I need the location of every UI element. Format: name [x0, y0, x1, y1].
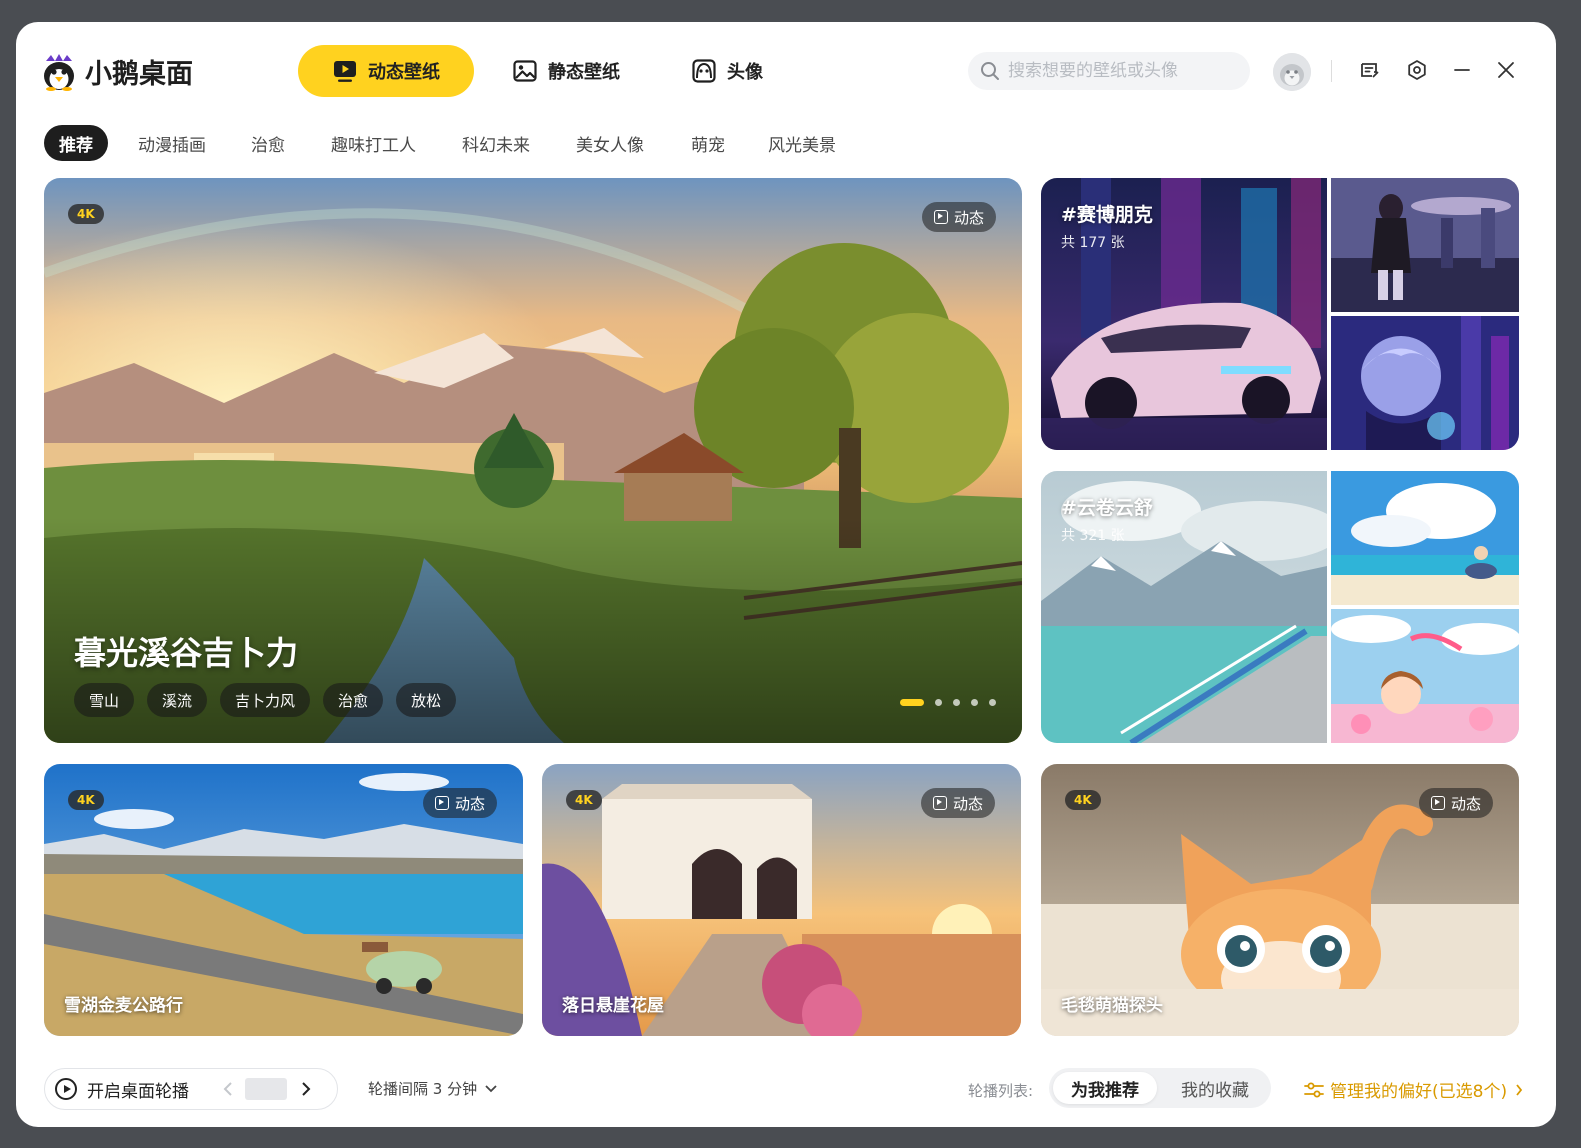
carousel-list-label: 轮播列表: — [968, 1082, 1034, 1100]
hero-tags: 雪山 溪流 吉卜力风 治愈 放松 — [74, 683, 457, 717]
video-icon — [434, 796, 449, 810]
carousel-dot[interactable] — [900, 699, 924, 706]
category-portrait[interactable]: 美女人像 — [576, 125, 644, 161]
penguin-avatar-icon — [1273, 53, 1311, 91]
wallpaper-title: 毛毯萌猫探头 — [1061, 996, 1163, 1016]
minimize-button[interactable] — [1448, 56, 1476, 84]
chevron-right-icon — [1515, 1083, 1523, 1097]
tag-chip[interactable]: 放松 — [396, 683, 457, 717]
carousel-dot[interactable] — [953, 699, 960, 706]
dynamic-label: 动态 — [454, 794, 485, 813]
dynamic-badge: 动态 — [920, 788, 995, 818]
tab-label: 头像 — [727, 62, 763, 83]
carousel-dot[interactable] — [971, 699, 978, 706]
collection-thumb-image — [1331, 471, 1519, 605]
hero-banner[interactable]: 4K 动态 暮光溪谷吉卜力 雪山 溪流 吉卜力风 治愈 放松 — [44, 178, 1022, 743]
settings-button[interactable] — [1403, 56, 1431, 84]
category-recommend[interactable]: 推荐 — [44, 125, 108, 161]
search-box[interactable] — [968, 52, 1250, 90]
recommended-option[interactable]: 为我推荐 — [1053, 1072, 1157, 1104]
play-circle-icon[interactable] — [55, 1078, 77, 1100]
interval-dropdown[interactable]: 轮播间隔 3 分钟 — [368, 1078, 497, 1099]
feedback-icon — [1359, 60, 1379, 80]
desktop-carousel-control: 开启桌面轮播 — [44, 1068, 338, 1110]
badge-4k: 4K — [68, 790, 104, 810]
play-square-icon — [332, 58, 358, 84]
collection-thumb-image — [1331, 316, 1519, 450]
wallpaper-card[interactable]: 4K 动态 落日悬崖花屋 — [542, 764, 1021, 1036]
minimize-icon — [1452, 60, 1472, 80]
settings-icon — [1406, 59, 1428, 81]
category-scenery[interactable]: 风光美景 — [768, 125, 836, 161]
collection-title: #赛博朋克 — [1061, 204, 1153, 226]
badge-4k: 4K — [68, 204, 104, 224]
dynamic-label: 动态 — [952, 794, 983, 813]
video-icon — [933, 210, 948, 224]
collection-count: 共 177 张 — [1061, 235, 1125, 251]
dynamic-badge: 动态 — [921, 202, 996, 232]
tab-avatar[interactable]: 头像 — [691, 45, 763, 97]
category-worker[interactable]: 趣味打工人 — [331, 125, 416, 161]
close-button[interactable] — [1492, 56, 1520, 84]
tag-chip[interactable]: 溪流 — [147, 683, 208, 717]
dynamic-label: 动态 — [953, 208, 984, 227]
image-icon — [512, 58, 538, 84]
user-avatar[interactable] — [1273, 53, 1311, 91]
carousel-preview-thumb — [245, 1078, 287, 1100]
video-icon — [932, 796, 947, 810]
app-logo: 小鹅桌面 — [41, 52, 193, 91]
app-title: 小鹅桌面 — [85, 59, 193, 90]
video-icon — [1430, 796, 1445, 810]
collection-clouds[interactable]: #云卷云舒 共 321 张 — [1041, 471, 1519, 743]
interval-label: 轮播间隔 3 分钟 — [368, 1080, 478, 1098]
tag-chip[interactable]: 吉卜力风 — [220, 683, 311, 717]
tag-chip[interactable]: 雪山 — [74, 683, 135, 717]
collection-thumb-image — [1331, 178, 1519, 312]
manage-preferences-label: 管理我的偏好(已选8个) — [1330, 1082, 1508, 1102]
search-input[interactable] — [1006, 60, 1240, 82]
chevron-down-icon — [485, 1084, 497, 1093]
feedback-button[interactable] — [1355, 56, 1383, 84]
carousel-indicator — [900, 699, 996, 706]
app-window: 小鹅桌面 动态壁纸 静态壁纸 头像 搜索想要的壁纸或头像 推荐 动漫插画 治愈 … — [16, 22, 1556, 1127]
tab-label: 动态壁纸 — [368, 62, 440, 83]
dynamic-label: 动态 — [1450, 794, 1481, 813]
chevron-right-icon[interactable] — [301, 1081, 311, 1097]
category-healing[interactable]: 治愈 — [251, 125, 285, 161]
chevron-left-icon[interactable] — [223, 1081, 233, 1097]
dynamic-badge: 动态 — [1418, 788, 1493, 818]
collection-title: #云卷云舒 — [1061, 497, 1153, 519]
wallpaper-title: 雪湖金麦公路行 — [64, 996, 183, 1016]
badge-4k: 4K — [1065, 790, 1101, 810]
category-anime[interactable]: 动漫插画 — [138, 125, 206, 161]
favorites-option[interactable]: 我的收藏 — [1163, 1072, 1267, 1104]
collection-count: 共 321 张 — [1061, 528, 1125, 544]
category-scifi[interactable]: 科幻未来 — [462, 125, 530, 161]
close-icon — [1496, 60, 1516, 80]
collection-thumb-image — [1331, 609, 1519, 743]
category-pets[interactable]: 萌宠 — [691, 125, 725, 161]
tab-static-wallpaper[interactable]: 静态壁纸 — [512, 45, 620, 97]
tab-label: 静态壁纸 — [548, 62, 620, 83]
carousel-dot[interactable] — [989, 699, 996, 706]
manage-preferences-link[interactable]: 管理我的偏好(已选8个) — [1304, 1077, 1523, 1102]
sliders-icon — [1304, 1081, 1324, 1099]
collection-cyberpunk[interactable]: #赛博朋克 共 177 张 — [1041, 178, 1519, 450]
penguin-logo-icon — [41, 53, 77, 91]
wallpaper-title: 落日悬崖花屋 — [562, 996, 664, 1016]
tab-dynamic-wallpaper[interactable]: 动态壁纸 — [298, 45, 474, 97]
hero-title: 暮光溪谷吉卜力 — [74, 634, 299, 672]
carousel-list-switch: 为我推荐 我的收藏 — [1049, 1068, 1271, 1108]
header-divider — [1331, 60, 1332, 82]
carousel-toggle-label[interactable]: 开启桌面轮播 — [87, 1077, 189, 1102]
wallpaper-card[interactable]: 4K 动态 雪湖金麦公路行 — [44, 764, 523, 1036]
tag-chip[interactable]: 治愈 — [323, 683, 384, 717]
badge-4k: 4K — [566, 790, 602, 810]
dynamic-badge: 动态 — [422, 788, 497, 818]
carousel-dot[interactable] — [935, 699, 942, 706]
wallpaper-card[interactable]: 4K 动态 毛毯萌猫探头 — [1041, 764, 1519, 1036]
search-icon — [980, 61, 1000, 81]
avatar-face-icon — [691, 58, 717, 84]
